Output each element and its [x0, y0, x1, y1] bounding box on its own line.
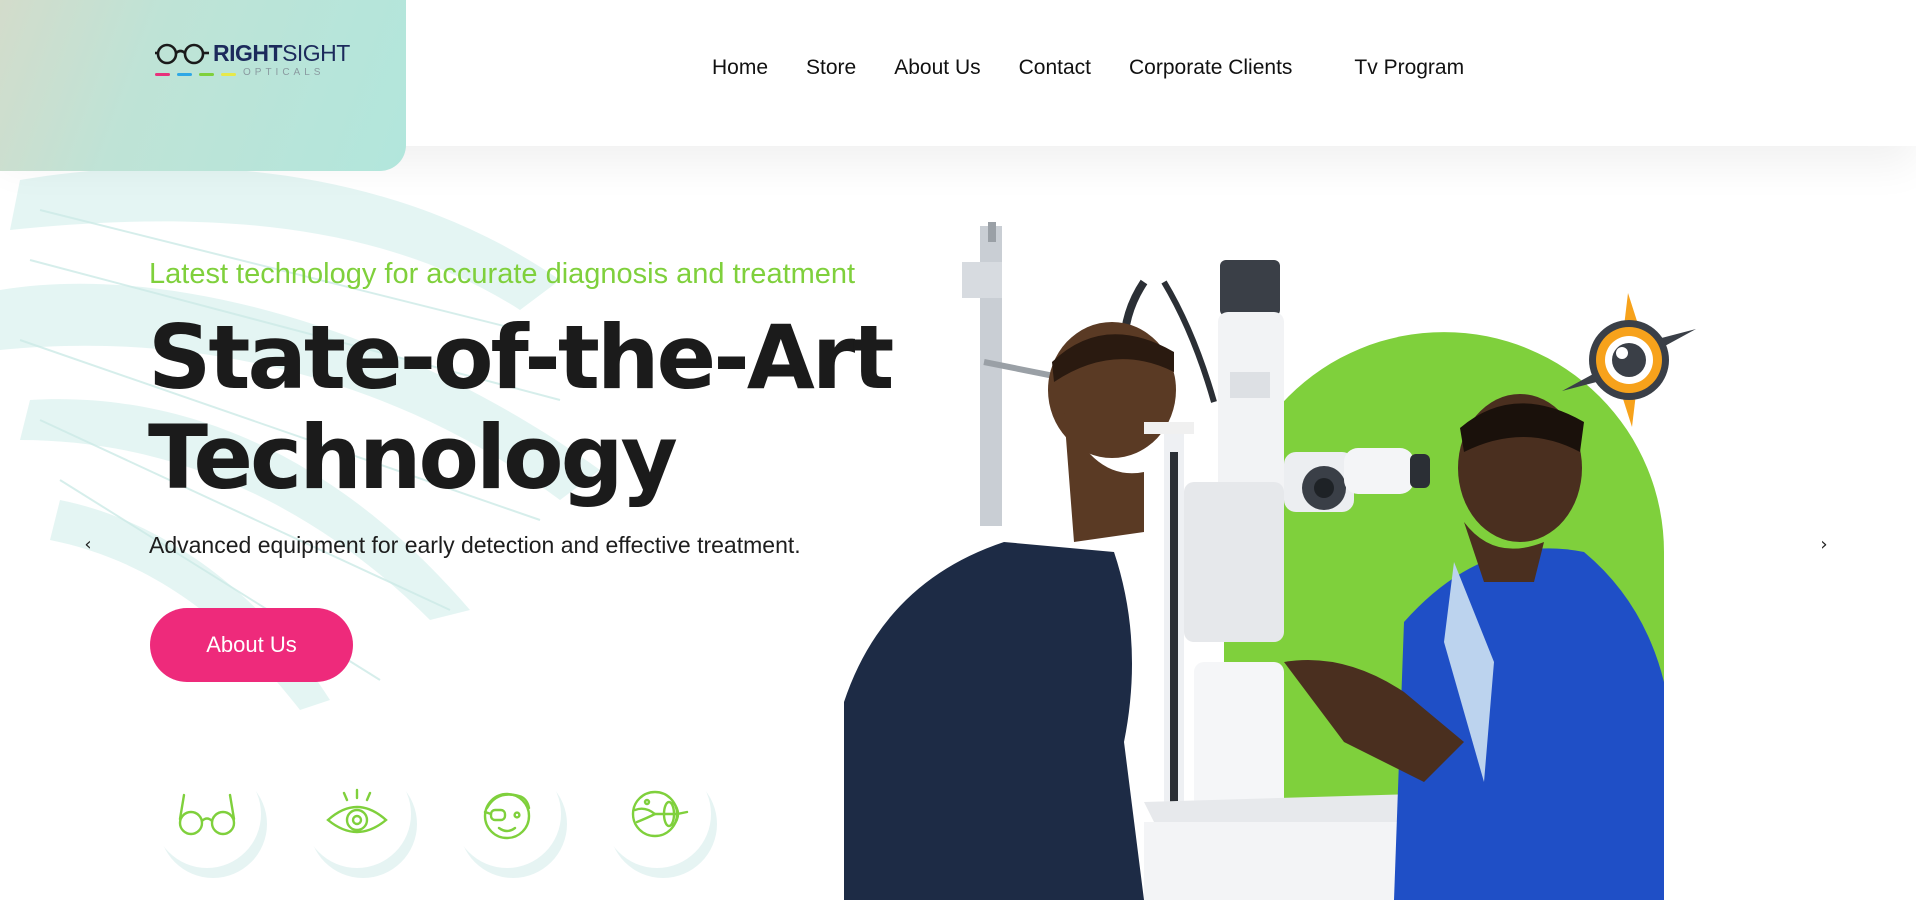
main-nav: Home Store About Us Contact Corporate Cl… [712, 56, 1464, 80]
logo-dash [221, 73, 236, 76]
logo-dash [155, 73, 170, 76]
headline-line-2: Technology [148, 406, 678, 509]
child-eyepatch-icon [483, 792, 531, 840]
logo-wordmark: RIGHTSIGHT [213, 40, 350, 66]
nav-home[interactable]: Home [712, 56, 768, 80]
nav-store[interactable]: Store [806, 56, 856, 80]
hero-description: Advanced equipment for early detection a… [149, 532, 801, 558]
glasses-logo-icon [155, 43, 209, 65]
nav-contact[interactable]: Contact [1019, 56, 1091, 80]
site-logo[interactable]: RIGHTSIGHT OPTICALS [155, 40, 350, 82]
about-us-button[interactable]: About Us [150, 608, 353, 682]
service-glasses[interactable] [153, 760, 261, 868]
logo-subtitle: OPTICALS [243, 67, 325, 78]
headline-line-1: State-of-the-Art [148, 306, 894, 409]
eye-icon [326, 788, 388, 834]
hero-headline: State-of-the-Art Technology [148, 306, 894, 509]
hero-photo-eye-exam [844, 222, 1664, 900]
logo-color-dashes [155, 73, 236, 76]
logo-panel: RIGHTSIGHT OPTICALS [0, 0, 406, 171]
eyeball-anatomy-icon [631, 790, 689, 838]
service-pediatric[interactable] [453, 760, 561, 868]
nav-corporate-clients[interactable]: Corporate Clients [1129, 56, 1292, 80]
logo-dash [177, 73, 192, 76]
slider-prev-arrow[interactable]: ‹ [76, 532, 100, 556]
service-eye-exam[interactable] [303, 760, 411, 868]
nav-about-us[interactable]: About Us [894, 56, 980, 80]
logo-dash [199, 73, 214, 76]
slider-next-arrow[interactable]: › [1812, 532, 1836, 556]
hero-tagline: Latest technology for accurate diagnosis… [149, 258, 856, 290]
glasses-icon [178, 793, 236, 836]
eye-badge-icon [1562, 293, 1696, 427]
service-eye-anatomy[interactable] [603, 760, 711, 868]
nav-tv-program[interactable]: Tv Program [1354, 56, 1464, 80]
